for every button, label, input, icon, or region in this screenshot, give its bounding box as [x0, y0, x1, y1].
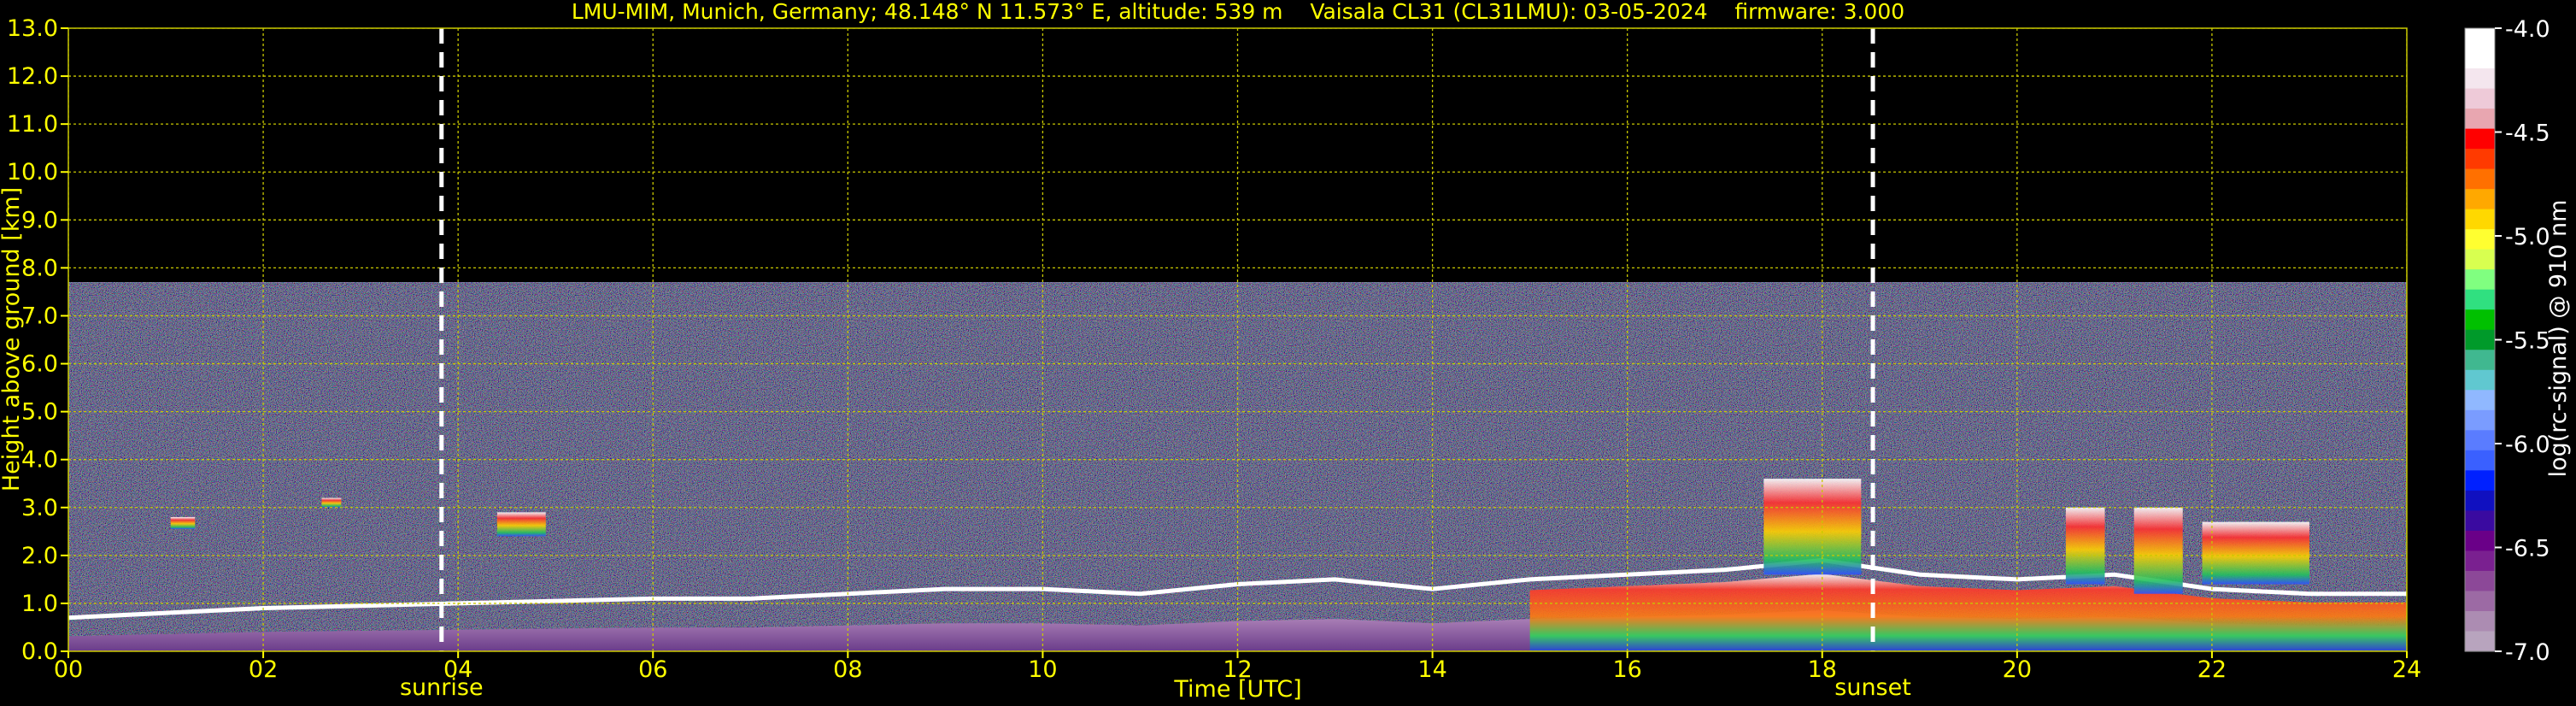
cloud-patch	[321, 497, 342, 508]
y-tick-label: 5.0	[21, 399, 58, 426]
y-tick-label: 12.0	[7, 63, 58, 90]
colorbar-segment	[2465, 309, 2495, 331]
colorbar-segment	[2465, 149, 2495, 170]
colorbar-segment	[2465, 88, 2495, 109]
colorbar-segment	[2465, 68, 2495, 90]
colorbar-segment	[2465, 128, 2495, 150]
colorbar-segment	[2465, 490, 2495, 511]
y-tick-label: 6.0	[21, 351, 58, 378]
y-tick-label: 9.0	[21, 207, 58, 233]
colorbar-segment	[2465, 289, 2495, 310]
colorbar-tick-label: -6.5	[2505, 536, 2550, 562]
colorbar-segment	[2465, 28, 2495, 50]
y-tick-label: 7.0	[21, 303, 58, 329]
x-tick-label: 00	[54, 656, 83, 683]
cloud-patch	[170, 516, 196, 530]
x-tick-label: 16	[1612, 656, 1641, 683]
sun-label: sunset	[1834, 674, 1911, 701]
chart-title: LMU-MIM, Munich, Germany; 48.148° N 11.5…	[572, 0, 1904, 24]
sun-annotations: sunrise sunset	[400, 674, 1911, 701]
x-tick-label: 06	[638, 656, 667, 683]
colorbar-segment	[2465, 329, 2495, 350]
y-tick-label: 0.0	[21, 638, 58, 665]
x-tick-label: 08	[833, 656, 862, 683]
colorbar-segment	[2465, 168, 2495, 190]
cloud-patch	[2133, 507, 2183, 594]
colorbar-segment	[2465, 450, 2495, 471]
x-tick-label: 14	[1417, 656, 1446, 683]
colorbar-segment	[2465, 109, 2495, 130]
colorbar-segment	[2465, 430, 2495, 451]
colorbar-segment	[2465, 550, 2495, 572]
cloud-patch	[1763, 479, 1862, 575]
cloud-patch	[2065, 507, 2105, 585]
colorbar-segment	[2465, 229, 2495, 250]
y-tick-label: 4.0	[21, 447, 58, 474]
x-tick-label: 20	[2003, 656, 2032, 683]
colorbar-tick-label: -4.5	[2505, 121, 2550, 147]
colorbar-segment	[2465, 530, 2495, 552]
sun-label: sunrise	[400, 674, 484, 701]
colorbar-tick-label: -6.0	[2505, 432, 2550, 458]
colorbar-segment	[2465, 610, 2495, 632]
colorbar-segment	[2465, 390, 2495, 411]
x-tick-label: 22	[2198, 656, 2227, 683]
plot-area	[68, 28, 2407, 651]
y-tick-label: 13.0	[7, 15, 58, 42]
colorbar-segment	[2465, 249, 2495, 270]
colorbar-segment	[2465, 369, 2495, 391]
y-tick-label: 3.0	[21, 495, 58, 521]
ceilometer-plot: LMU-MIM, Munich, Germany; 48.148° N 11.5…	[0, 0, 2572, 703]
x-tick-label: 10	[1028, 656, 1057, 683]
colorbar-segment	[2465, 570, 2495, 592]
cloud-patch	[2202, 521, 2309, 585]
colorbar-tick-label: -5.0	[2505, 224, 2550, 250]
colorbar-tick-label: -7.0	[2505, 639, 2550, 666]
colorbar-tick-label: -4.0	[2505, 16, 2550, 43]
x-tick-label: 24	[2392, 656, 2421, 683]
x-tick-label: 12	[1223, 656, 1252, 683]
colorbar-segment	[2465, 189, 2495, 210]
colorbar-segment	[2465, 409, 2495, 431]
y-tick-label: 2.0	[21, 543, 58, 569]
colorbar-segment	[2465, 48, 2495, 69]
colorbar-segment	[2465, 470, 2495, 491]
y-tick-label: 10.0	[7, 159, 58, 185]
colorbar-segment	[2465, 269, 2495, 291]
colorbar-segment	[2465, 209, 2495, 230]
colorbar: -4.0 -4.5 -5.0 -5.5 -6.0 -6.5 -7.0	[2464, 16, 2550, 666]
colorbar-segment	[2465, 591, 2495, 612]
x-tick-label: 02	[249, 656, 278, 683]
y-tick-label: 1.0	[21, 591, 58, 617]
colorbar-tick-label: -5.5	[2505, 328, 2550, 355]
y-tick-label: 11.0	[7, 111, 58, 138]
cloud-patch	[496, 512, 546, 537]
x-tick-label: 18	[1808, 656, 1837, 683]
colorbar-segment	[2465, 631, 2495, 652]
colorbar-segment	[2465, 510, 2495, 532]
colorbar-label: log(rc-signal) @ 910 nm	[2545, 200, 2572, 478]
y-tick-label: 8.0	[21, 255, 58, 281]
colorbar-segment	[2465, 350, 2495, 371]
